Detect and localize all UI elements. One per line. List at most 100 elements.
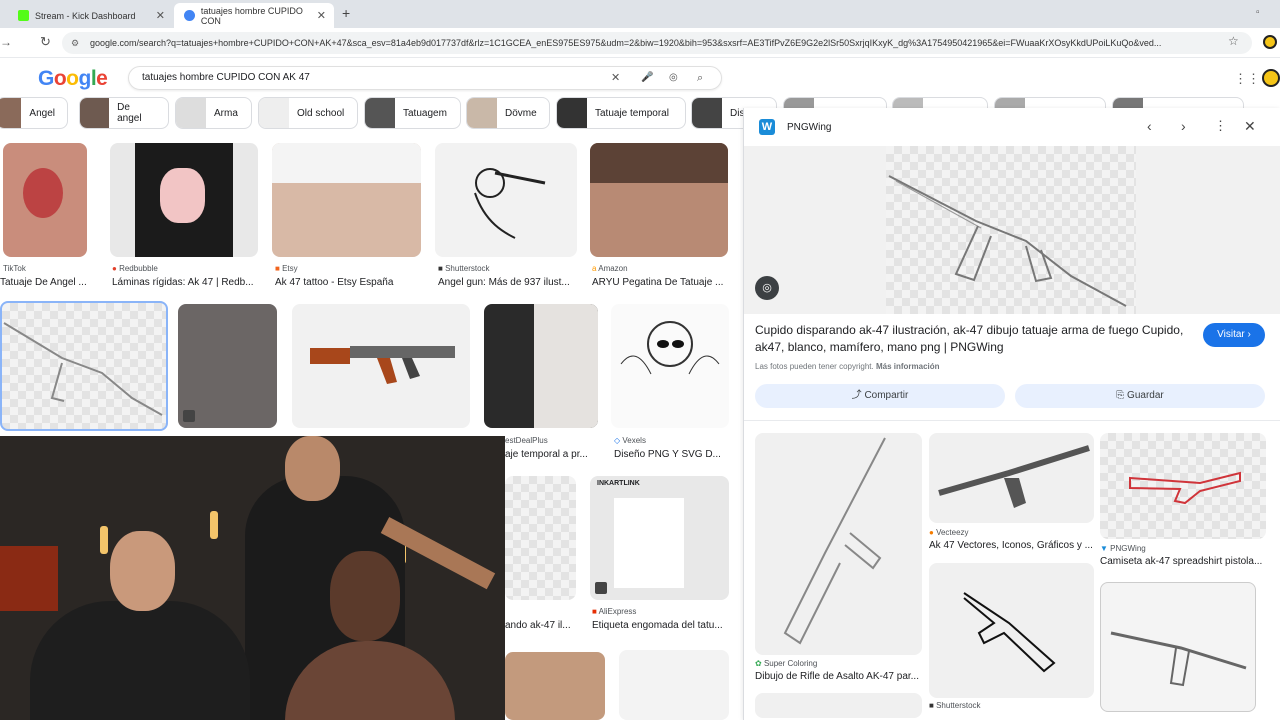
lens-search-icon[interactable]: ◎ [755,276,779,300]
reload-icon[interactable]: ↻ [40,34,51,50]
close-icon[interactable]: ✕ [1244,118,1256,135]
tattoo-thumbnail [23,168,63,218]
result-title[interactable]: aje temporal a pr... [505,449,591,460]
previous-icon[interactable]: ‹ [1147,118,1152,134]
related-source: ● Vecteezy [929,528,969,537]
tab-kick-dashboard[interactable]: Stream - Kick Dashboard ✕ [8,3,173,28]
apps-grid-icon[interactable]: ⋮⋮ [1234,71,1260,87]
result-title[interactable]: Angel gun: Más de 937 ilust... [438,277,578,288]
result-title[interactable]: Tatuaje De Angel ... [0,277,88,288]
chip-label: De angel [117,102,142,124]
cherub-sketch [620,321,720,375]
result-source: ■ Etsy [275,264,298,273]
profile-avatar[interactable] [1263,35,1277,49]
related-title[interactable]: Camiseta ak-47 spreadshirt pistola... [1100,556,1266,567]
related-image[interactable] [929,563,1094,698]
result-image[interactable] [484,304,598,428]
related-source: ■ Shutterstock [929,701,981,710]
result-source: ● Redbubble [112,264,158,273]
panel-site-name[interactable]: PNGWing [787,122,831,133]
chip-thumbnail [365,98,395,128]
chip-label: Arma [214,107,238,119]
related-image[interactable] [929,433,1094,523]
result-image[interactable] [505,652,605,720]
result-image[interactable] [505,476,576,600]
close-icon[interactable]: ✕ [317,9,326,22]
next-icon[interactable]: › [1181,118,1186,134]
result-image[interactable] [611,304,729,428]
result-title[interactable]: Diseño PNG Y SVG D... [614,449,729,460]
chip-angel[interactable]: Angel [0,97,68,129]
save-button[interactable]: ⎘ Guardar [1015,384,1265,408]
chip-tatuaje-temporal[interactable]: Tatuaje temporal [556,97,686,129]
lens-icon[interactable]: ◎ [669,67,678,89]
copyright-note: Las fotos pueden tener copyright. Más in… [755,362,940,371]
result-source: ◇ Vexels [614,436,646,445]
related-title[interactable]: Dibujo de Rifle de Asalto AK-47 par... [755,671,925,682]
new-tab-button[interactable]: + [342,5,350,21]
result-image[interactable] [272,143,421,257]
result-image-selected[interactable] [0,301,168,431]
result-image[interactable] [3,143,87,257]
wall-lamp [210,511,218,539]
minimize-icon[interactable]: ▫ [1256,7,1260,18]
address-bar[interactable]: ⚙ google.com/search?q=tatuajes+hombre+CU… [62,32,1252,54]
result-image[interactable] [110,143,258,257]
ak47-outline-large [888,175,1127,307]
related-image[interactable] [1100,433,1266,539]
ak47-vector [938,445,1090,508]
result-title[interactable]: Etiqueta engomada del tatu... [592,620,732,631]
chip-thumbnail [557,98,587,128]
result-title[interactable]: Ak 47 tattoo - Etsy España [275,277,425,288]
browser-tab-strip: Stream - Kick Dashboard ✕ tatuajes hombr… [0,0,1280,28]
result-source: TikTok [3,264,26,273]
chip-dovme[interactable]: Dövme [466,97,550,129]
related-title[interactable]: Ak 47 Vectores, Iconos, Gráficos y ... [929,540,1094,551]
result-image[interactable] [292,304,470,428]
chip-old-school[interactable]: Old school [258,97,358,129]
search-icon[interactable]: ⌕ [697,67,703,89]
chip-de-angel[interactable]: De angel [79,97,169,129]
preview-image[interactable] [886,146,1136,314]
related-source: ✿ Super Coloring [755,659,818,668]
google-header: Google tatuajes hombre CUPIDO CON AK 47 … [0,58,1280,96]
chip-arma[interactable]: Arma [175,97,252,129]
close-icon[interactable]: ✕ [156,9,165,22]
visit-button[interactable]: Visitar › [1203,323,1265,347]
result-title[interactable]: ARYU Pegatina De Tatuaje ... [592,277,732,288]
site-info-icon[interactable]: ⚙ [71,32,79,54]
share-button[interactable]: ⤴ Compartir [755,384,1005,408]
mic-icon[interactable]: 🎤 [641,67,653,89]
chip-label: Old school [297,107,345,119]
person-head [285,436,340,501]
result-image[interactable] [435,143,577,257]
wall-art [0,546,58,611]
preview-image-area: ◎ [744,146,1280,314]
chip-label: Angel [29,107,55,119]
panel-title[interactable]: Cupido disparando ak-47 ilustración, ak-… [755,322,1185,356]
search-input[interactable]: tatuajes hombre CUPIDO CON AK 47 ✕ 🎤 ◎ ⌕ [128,66,722,90]
result-image[interactable]: INKARTLINK [590,476,729,600]
related-source: ▼ PNGWing [1100,544,1146,553]
result-title[interactable]: ando ak-47 il... [505,620,575,631]
result-image[interactable] [590,143,728,257]
back-icon[interactable]: → [0,35,12,49]
hair-area [590,143,728,183]
tab-title: tatuajes hombre CUPIDO CON [200,5,303,26]
chip-tatuagem[interactable]: Tatuagem [364,97,461,129]
related-image[interactable] [1100,582,1256,712]
tab-google-search[interactable]: tatuajes hombre CUPIDO CON ✕ [174,3,334,28]
google-logo[interactable]: Google [38,67,108,91]
result-image[interactable] [619,650,729,720]
save-label: Guardar [1127,390,1164,401]
clear-icon[interactable]: ✕ [611,67,620,89]
more-info-link[interactable]: Más información [876,362,940,371]
ak47-black-outline [963,592,1056,673]
account-avatar[interactable] [1262,69,1280,87]
related-image[interactable] [755,433,922,655]
related-image[interactable] [755,693,922,718]
result-image[interactable] [178,304,277,428]
more-options-icon[interactable]: ⋮ [1214,118,1227,134]
result-title[interactable]: Láminas rígidas: Ak 47 | Redb... [112,277,262,288]
bookmark-star-icon[interactable]: ☆ [1228,34,1239,48]
